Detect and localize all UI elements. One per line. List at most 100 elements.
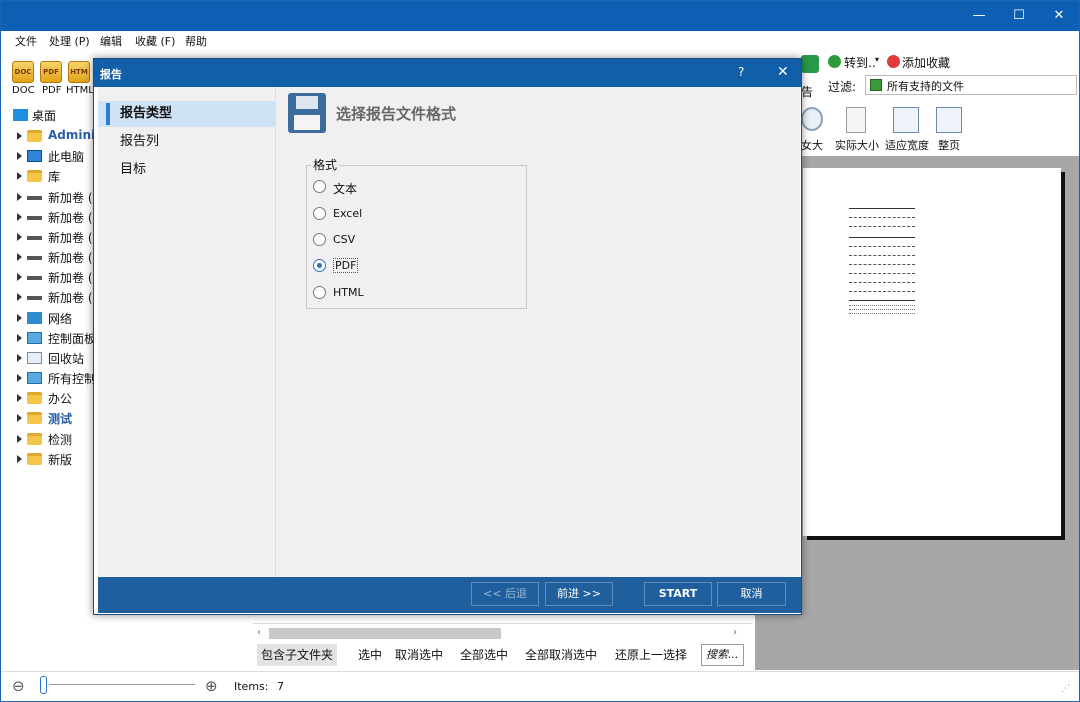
drive-icon (27, 276, 42, 280)
report-dialog: 报告 ? ✕ 报告类型 报告列 目标 选择报告文件格式 格式 文本 Excel … (93, 58, 802, 615)
expand-arrow-icon[interactable] (17, 394, 22, 402)
radio-button[interactable] (313, 286, 326, 299)
start-button[interactable]: START (644, 582, 712, 606)
expand-arrow-icon[interactable] (17, 334, 22, 342)
tree-item[interactable]: 测试 (7, 408, 97, 428)
nav-target[interactable]: 目标 (98, 157, 275, 183)
minimize-button[interactable]: — (959, 1, 999, 31)
tree-item[interactable]: 新加卷 ( (7, 287, 97, 307)
radio-button[interactable] (313, 207, 326, 220)
expand-arrow-icon[interactable] (17, 193, 22, 201)
tree-item[interactable]: 此电脑 (7, 146, 97, 166)
expand-arrow-icon[interactable] (17, 293, 22, 301)
actual-size-button[interactable]: 实际大小 (835, 137, 879, 153)
close-button[interactable]: ✕ (1039, 1, 1079, 31)
tree-item-desktop[interactable]: 桌面 (7, 105, 97, 125)
cancel-button[interactable]: 取消 (717, 582, 786, 606)
deselect-button[interactable]: 取消选中 (395, 644, 443, 666)
filter-select[interactable]: 所有支持的文件 (865, 75, 1077, 95)
menu-process[interactable]: 处理 (P) (49, 33, 90, 49)
actual-size-icon[interactable] (846, 107, 866, 133)
zoom-out-icon[interactable]: ⊖ (12, 677, 25, 695)
tree-item[interactable]: 回收站 (7, 348, 97, 368)
chevron-down-icon[interactable]: ▾ (875, 55, 879, 64)
radio-button[interactable] (313, 180, 326, 193)
scroll-right-icon[interactable]: › (733, 627, 737, 638)
zoom-slider-track[interactable] (49, 684, 195, 685)
html-format-icon[interactable]: HTM (68, 61, 90, 83)
dialog-close-button[interactable]: ✕ (777, 64, 789, 80)
radio-button[interactable] (313, 233, 326, 246)
deselect-all-button[interactable]: 全部取消选中 (525, 644, 597, 666)
whole-page-button[interactable]: 整页 (938, 137, 960, 153)
menu-file[interactable]: 文件 (15, 33, 37, 49)
report-icon[interactable] (801, 55, 819, 73)
tree-item[interactable]: 新加卷 ( (7, 187, 97, 207)
tree-item[interactable]: 网络 (7, 308, 97, 328)
expand-arrow-icon[interactable] (17, 374, 22, 382)
include-subfolders-button[interactable]: 包含子文件夹 (257, 644, 338, 666)
tree-item[interactable]: 库 (7, 166, 97, 186)
tree-item[interactable]: 新加卷 ( (7, 247, 97, 267)
fit-width-icon[interactable] (893, 107, 919, 133)
tree-item[interactable]: 新版 (7, 449, 97, 469)
expand-arrow-icon[interactable] (17, 414, 22, 422)
nav-report-type[interactable]: 报告类型 (98, 101, 275, 127)
zoom-slider-handle[interactable] (40, 676, 47, 694)
pdf-format-label: PDF (42, 85, 62, 96)
expand-arrow-icon[interactable] (17, 213, 22, 221)
tree-item[interactable]: 新加卷 ( (7, 267, 97, 287)
expand-arrow-icon[interactable] (17, 314, 22, 322)
tree-item[interactable]: 检测 (7, 429, 97, 449)
dialog-nav: 报告类型 报告列 目标 (98, 87, 275, 577)
menu-edit[interactable]: 编辑 (100, 33, 122, 49)
select-button[interactable]: 选中 (358, 644, 382, 666)
maximize-button[interactable]: ☐ (999, 1, 1039, 31)
tree-item[interactable]: Administ (7, 126, 97, 146)
scroll-left-icon[interactable]: ‹ (257, 627, 261, 638)
fit-width-button[interactable]: 适应宽度 (885, 137, 929, 153)
add-favorite-button[interactable]: 添加收藏 (902, 54, 950, 71)
expand-arrow-icon[interactable] (17, 253, 22, 261)
nav-report-columns[interactable]: 报告列 (98, 129, 275, 155)
next-button[interactable]: 前进 >> (545, 582, 613, 606)
expand-arrow-icon[interactable] (17, 172, 22, 180)
menu-help[interactable]: 帮助 (185, 33, 207, 49)
help-button[interactable]: ? (738, 65, 744, 79)
back-button[interactable]: << 后退 (471, 582, 539, 606)
select-all-button[interactable]: 全部选中 (460, 644, 508, 666)
zoom-in-status-icon[interactable]: ⊕ (205, 677, 218, 695)
dialog-content: 选择报告文件格式 格式 文本 Excel CSV PDF HTML (275, 87, 800, 577)
control-panel-icon (27, 372, 42, 384)
tree-item[interactable]: 办公 (7, 388, 97, 408)
tree-item[interactable]: 新加卷 ( (7, 227, 97, 247)
zoom-in-icon[interactable] (801, 107, 823, 131)
preview-area[interactable] (755, 156, 1079, 670)
expand-arrow-icon[interactable] (17, 152, 22, 160)
doc-format-icon[interactable]: DOC (12, 61, 34, 83)
whole-page-icon[interactable] (936, 107, 962, 133)
expand-arrow-icon[interactable] (17, 354, 22, 362)
app-window: — ☐ ✕ 文件 处理 (P) 编辑 收藏 (F) 帮助 DOC DOC PDF… (0, 0, 1080, 702)
title-bar: — ☐ ✕ (1, 1, 1079, 31)
filter-label: 过滤: (828, 80, 857, 94)
expand-arrow-icon[interactable] (17, 132, 22, 140)
file-list-footer: ‹ › 包含子文件夹 选中 取消选中 全部选中 全部取消选中 还原上一选择 搜索… (253, 623, 753, 670)
tree-item[interactable]: 新加卷 ( (7, 207, 97, 227)
tree-item[interactable]: 控制面板 (7, 328, 97, 348)
expand-arrow-icon[interactable] (17, 455, 22, 463)
horizontal-scrollbar-thumb[interactable] (269, 628, 501, 639)
expand-arrow-icon[interactable] (17, 233, 22, 241)
pdf-format-icon[interactable]: PDF (40, 61, 62, 83)
menu-favorites[interactable]: 收藏 (F) (135, 33, 175, 49)
resize-grip-icon[interactable]: ⋰ (1061, 684, 1070, 694)
expand-arrow-icon[interactable] (17, 273, 22, 281)
search-button[interactable]: 搜索... (701, 644, 744, 666)
control-panel-icon (27, 332, 42, 344)
tree-item[interactable]: 所有控制 (7, 368, 97, 388)
radio-button-selected[interactable] (313, 259, 326, 272)
network-icon (27, 312, 42, 324)
restore-selection-button[interactable]: 还原上一选择 (615, 644, 687, 666)
expand-arrow-icon[interactable] (17, 435, 22, 443)
goto-button[interactable]: 转到.. (844, 54, 876, 71)
